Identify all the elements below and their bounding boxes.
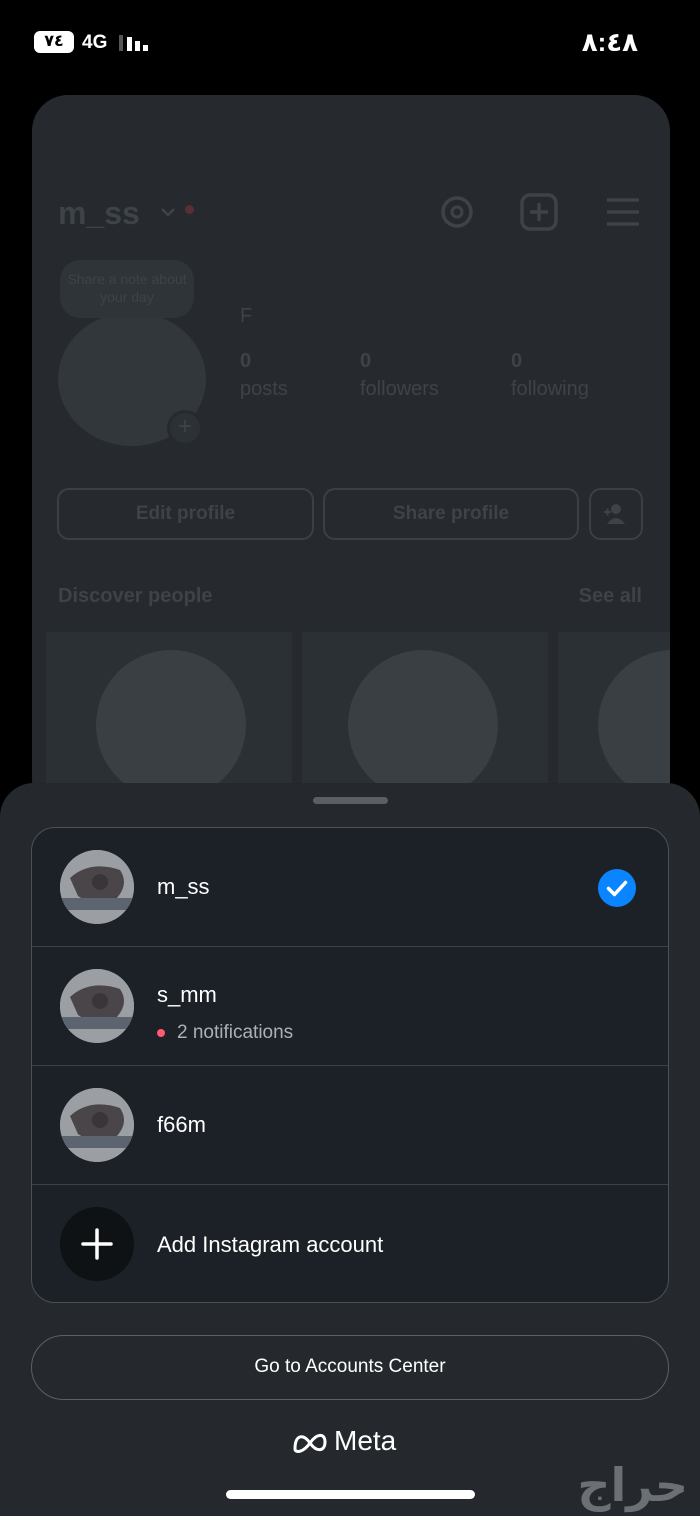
battery-icon: ٧٤ bbox=[34, 31, 74, 53]
account-row-f66m[interactable]: f66m bbox=[32, 1066, 668, 1185]
discover-people-heading: Discover people bbox=[58, 585, 213, 607]
meta-brand: Meta bbox=[334, 1425, 397, 1456]
plus-icon bbox=[81, 1228, 113, 1260]
accounts-center-button[interactable]: Go to Accounts Center bbox=[31, 1335, 669, 1400]
menu-icon bbox=[607, 198, 639, 226]
avatar-image bbox=[60, 1088, 134, 1162]
add-story-icon: + bbox=[167, 410, 203, 446]
profile-username: m_ss bbox=[58, 195, 140, 231]
notification-text: 2 notifications bbox=[177, 1022, 294, 1043]
add-icon-container bbox=[60, 1207, 134, 1281]
see-all-link: See all bbox=[578, 585, 642, 607]
share-profile-button: Share profile bbox=[323, 488, 579, 540]
display-name: F bbox=[240, 305, 253, 327]
note-bubble: Share a note about your day bbox=[60, 260, 194, 318]
account-username: s_mm bbox=[157, 982, 217, 1007]
signal-icon bbox=[119, 35, 148, 51]
network-type: 4G bbox=[82, 32, 108, 53]
stat-label: followers bbox=[360, 378, 439, 400]
meta-logo-icon bbox=[293, 1433, 327, 1453]
stat-value: 0 bbox=[240, 350, 252, 372]
account-list: m_ss s_mm 2 notifications f66m Add Insta… bbox=[31, 827, 669, 1303]
account-row-s-mm[interactable]: s_mm 2 notifications bbox=[32, 947, 668, 1066]
add-person-icon bbox=[604, 504, 625, 524]
stat-followers: 0 followers bbox=[360, 347, 439, 403]
stat-posts: 0 posts bbox=[240, 347, 288, 403]
suggestion-avatar bbox=[96, 650, 246, 800]
drag-handle[interactable] bbox=[313, 797, 388, 804]
stat-label: following bbox=[511, 378, 589, 400]
new-post-icon bbox=[520, 193, 558, 231]
clock: ٨:٤٨ bbox=[581, 27, 638, 57]
stat-value: 0 bbox=[511, 350, 523, 372]
account-switcher-sheet: m_ss s_mm 2 notifications f66m Add Insta… bbox=[0, 783, 700, 1516]
avatar bbox=[60, 969, 134, 1043]
stat-label: posts bbox=[240, 378, 288, 400]
suggestion-avatar bbox=[348, 650, 498, 800]
avatar-image bbox=[60, 850, 134, 924]
avatar bbox=[60, 1088, 134, 1162]
avatar-image bbox=[60, 969, 134, 1043]
home-indicator[interactable] bbox=[226, 1490, 475, 1499]
stat-following: 0 following bbox=[511, 347, 589, 403]
add-account-label: Add Instagram account bbox=[157, 1232, 384, 1257]
notification-count: 2 notifications bbox=[157, 1022, 293, 1044]
edit-profile-button: Edit profile bbox=[57, 488, 314, 540]
account-username: m_ss bbox=[157, 874, 210, 899]
notification-dot bbox=[157, 1028, 165, 1037]
notification-dot bbox=[185, 205, 194, 214]
selected-check-icon bbox=[598, 869, 636, 907]
account-username: f66m bbox=[157, 1112, 206, 1137]
watermark: حراج bbox=[577, 1459, 688, 1511]
avatar bbox=[60, 850, 134, 924]
account-row-m-ss[interactable]: m_ss bbox=[32, 828, 668, 947]
add-person-button bbox=[589, 488, 643, 540]
chevron-down-icon bbox=[161, 208, 175, 217]
status-bar: ٧٤ 4G ٨:٤٨ bbox=[0, 0, 700, 86]
add-account-row[interactable]: Add Instagram account bbox=[32, 1185, 668, 1302]
profile-screen-dimmed: m_ss Share a note about your day + F 0 p… bbox=[32, 95, 670, 815]
stat-value: 0 bbox=[360, 350, 372, 372]
threads-icon bbox=[441, 196, 473, 228]
